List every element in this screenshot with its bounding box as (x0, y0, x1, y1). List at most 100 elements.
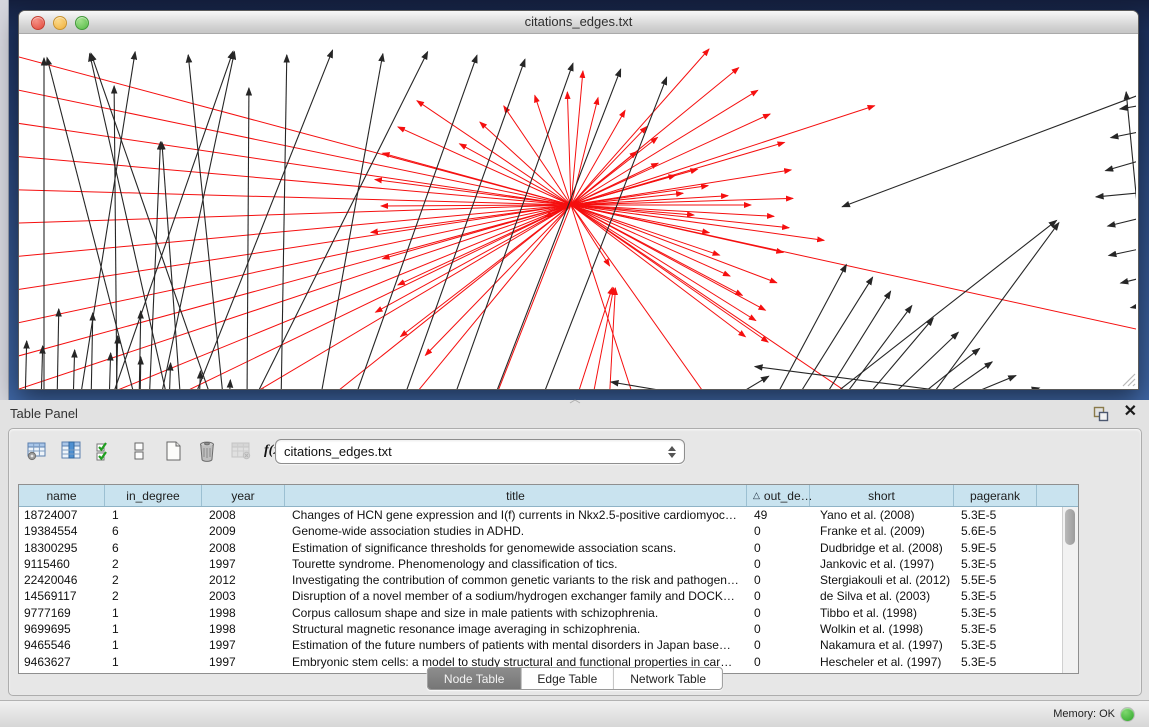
table-cell[interactable]: Disruption of a novel member of a sodium… (285, 588, 747, 604)
table-cell[interactable]: 0 (747, 523, 810, 539)
collapsed-side-panel[interactable] (0, 0, 9, 400)
table-row[interactable]: 946554611997Estimation of the future num… (19, 637, 1078, 653)
table-cell[interactable]: 2008 (202, 540, 285, 556)
table-cell[interactable]: Stergiakouli et al. (2012) (810, 572, 954, 588)
table-row[interactable]: 1938455462009Genome-wide association stu… (19, 523, 1078, 539)
table-row[interactable]: 1872400712008Changes of HCN gene express… (19, 507, 1078, 523)
tab-network-table[interactable]: Network Table (614, 668, 722, 689)
table-scrollbar[interactable] (1062, 507, 1078, 673)
table-cell[interactable]: Structural magnetic resonance image aver… (285, 621, 747, 637)
memory-status-indicator[interactable] (1120, 707, 1135, 722)
table-cell[interactable]: 14569117 (19, 588, 105, 604)
table-cell[interactable]: Investigating the contribution of common… (285, 572, 747, 588)
table-cell[interactable]: 0 (747, 588, 810, 604)
network-graph[interactable] (19, 34, 1136, 389)
table-cell[interactable]: 6 (105, 540, 202, 556)
column-header-title[interactable]: title (285, 485, 747, 506)
select-all-icon[interactable] (91, 438, 118, 464)
table-cell[interactable]: 9465546 (19, 637, 105, 653)
table-row[interactable]: 911546021997Tourette syndrome. Phenomeno… (19, 556, 1078, 572)
table-cell[interactable]: 1 (105, 605, 202, 621)
table-cell[interactable]: Changes of HCN gene expression and I(f) … (285, 507, 747, 523)
unselect-all-icon[interactable] (125, 438, 152, 464)
table-cell[interactable]: 0 (747, 540, 810, 556)
column-header-out_de[interactable]: △out_de… (747, 485, 810, 506)
panel-resize-grip[interactable] (569, 399, 581, 404)
network-view-window[interactable]: citations_edges.txt (18, 10, 1139, 390)
table-cell[interactable]: Genome-wide association studies in ADHD. (285, 523, 747, 539)
table-cell[interactable]: 1998 (202, 621, 285, 637)
table-cell[interactable]: 2012 (202, 572, 285, 588)
tab-edge-table[interactable]: Edge Table (521, 668, 614, 689)
table-cell[interactable]: Corpus callosum shape and size in male p… (285, 605, 747, 621)
table-cell[interactable]: 1 (105, 621, 202, 637)
table-cell[interactable]: 5.3E-5 (954, 507, 1037, 523)
table-cell[interactable]: 5.9E-5 (954, 540, 1037, 556)
table-cell[interactable]: 2009 (202, 523, 285, 539)
table-cell[interactable]: 2 (105, 588, 202, 604)
table-cell[interactable]: 0 (747, 654, 810, 670)
table-cell[interactable]: 49 (747, 507, 810, 523)
table-cell[interactable]: Tibbo et al. (1998) (810, 605, 954, 621)
table-row[interactable]: 1830029562008Estimation of significance … (19, 540, 1078, 556)
table-cell[interactable]: Hescheler et al. (1997) (810, 654, 954, 670)
canvas-resize-grip[interactable] (1120, 371, 1136, 387)
table-row[interactable]: 977716911998Corpus callosum shape and si… (19, 605, 1078, 621)
new-table-icon[interactable] (159, 438, 186, 464)
table-cell[interactable]: 1 (105, 507, 202, 523)
table-cell[interactable]: 9463627 (19, 654, 105, 670)
table-selector-dropdown[interactable]: citations_edges.txt (275, 439, 685, 464)
table-cell[interactable]: 5.3E-5 (954, 588, 1037, 604)
table-cell[interactable]: 0 (747, 572, 810, 588)
table-cell[interactable]: Jankovic et al. (1997) (810, 556, 954, 572)
table-cell[interactable]: 9115460 (19, 556, 105, 572)
column-header-short[interactable]: short (810, 485, 954, 506)
table-row[interactable]: 969969511998Structural magnetic resonanc… (19, 621, 1078, 637)
table-cell[interactable]: 1997 (202, 556, 285, 572)
table-cell[interactable]: 2008 (202, 507, 285, 523)
table-row[interactable]: 1456911722003Disruption of a novel membe… (19, 588, 1078, 604)
table-cell[interactable]: 6 (105, 523, 202, 539)
column-header-name[interactable]: name (19, 485, 105, 506)
table-cell[interactable]: Estimation of significance thresholds fo… (285, 540, 747, 556)
table-cell[interactable]: 5.3E-5 (954, 621, 1037, 637)
table-cell[interactable]: 18300295 (19, 540, 105, 556)
network-window-titlebar[interactable]: citations_edges.txt (19, 11, 1138, 34)
table-cell[interactable]: 1 (105, 654, 202, 670)
table-cell[interactable]: Wolkin et al. (1998) (810, 621, 954, 637)
table-cell[interactable]: Estimation of the future numbers of pati… (285, 637, 747, 653)
table-cell[interactable]: Nakamura et al. (1997) (810, 637, 954, 653)
table-cell[interactable]: 9699695 (19, 621, 105, 637)
table-cell[interactable]: 2003 (202, 588, 285, 604)
table-cell[interactable]: Tourette syndrome. Phenomenology and cla… (285, 556, 747, 572)
table-cell[interactable]: Dudbridge et al. (2008) (810, 540, 954, 556)
table-cell[interactable]: de Silva et al. (2003) (810, 588, 954, 604)
table-cell[interactable]: 5.3E-5 (954, 605, 1037, 621)
table-row[interactable]: 2242004622012Investigating the contribut… (19, 572, 1078, 588)
table-cell[interactable]: 0 (747, 556, 810, 572)
float-panel-icon[interactable] (1093, 406, 1109, 422)
close-panel-icon[interactable]: ✕ (1124, 404, 1137, 420)
column-header-year[interactable]: year (202, 485, 285, 506)
tab-node-table[interactable]: Node Table (428, 668, 522, 689)
table-cell[interactable]: 5.3E-5 (954, 637, 1037, 653)
table-mode-icon[interactable] (23, 438, 50, 464)
table-cell[interactable]: 1997 (202, 654, 285, 670)
table-cell[interactable]: 5.5E-5 (954, 572, 1037, 588)
table-cell[interactable]: 1997 (202, 637, 285, 653)
table-cell[interactable]: 2 (105, 556, 202, 572)
column-header-pagerank[interactable]: pagerank (954, 485, 1037, 506)
table-cell[interactable]: 5.3E-5 (954, 556, 1037, 572)
table-scrollbar-thumb[interactable] (1065, 509, 1075, 545)
table-cell[interactable]: 1 (105, 637, 202, 653)
table-cell[interactable]: 9777169 (19, 605, 105, 621)
table-cell[interactable]: Franke et al. (2009) (810, 523, 954, 539)
delete-table-icon[interactable] (193, 438, 220, 464)
table-cell[interactable]: 2 (105, 572, 202, 588)
table-cell[interactable]: 0 (747, 637, 810, 653)
table-cell[interactable]: 5.3E-5 (954, 654, 1037, 670)
table-cell[interactable]: 1998 (202, 605, 285, 621)
table-cell[interactable]: 0 (747, 621, 810, 637)
table-cell[interactable]: 0 (747, 605, 810, 621)
table-cell[interactable]: 18724007 (19, 507, 105, 523)
